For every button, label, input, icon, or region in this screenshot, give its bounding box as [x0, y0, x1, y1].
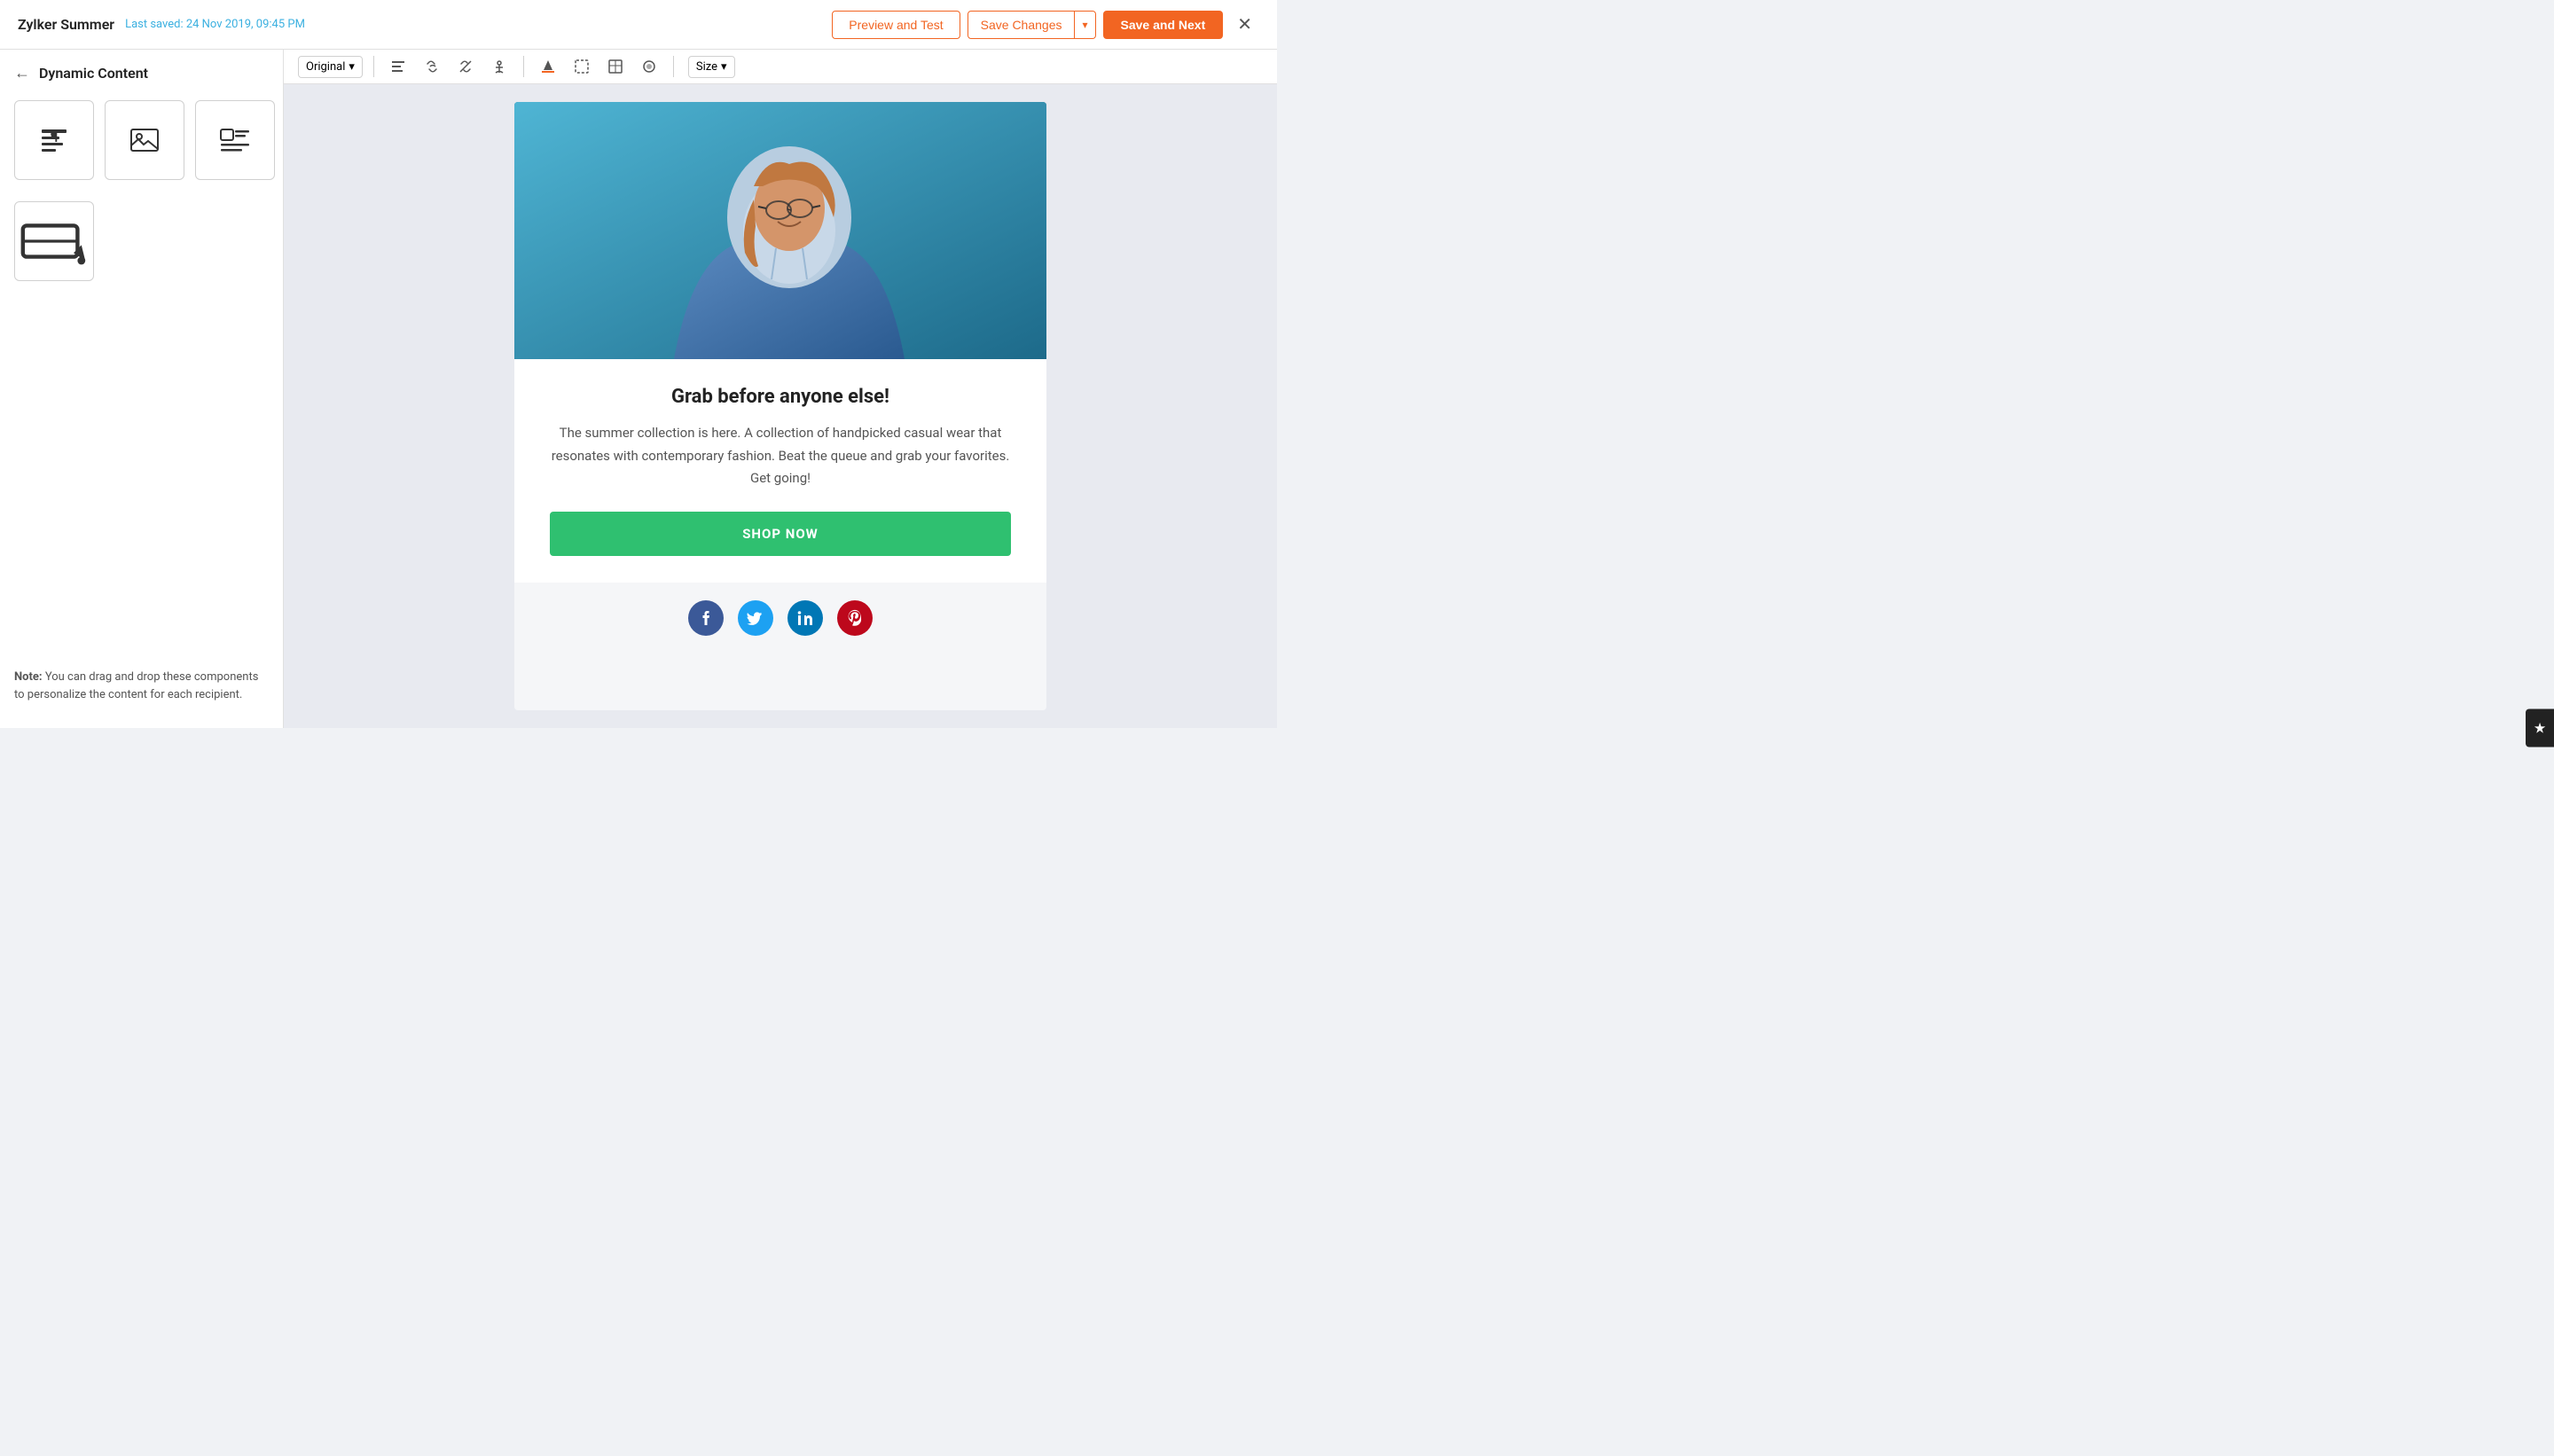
- image-icon: [127, 122, 162, 158]
- svg-text:¶: ¶: [51, 128, 59, 146]
- align-icon: [390, 59, 406, 74]
- image-component[interactable]: [105, 100, 184, 180]
- size-chevron-icon: ▾: [721, 60, 727, 74]
- sidebar-title: Dynamic Content: [39, 65, 148, 82]
- background-button[interactable]: [535, 55, 561, 78]
- effects-button[interactable]: [636, 55, 662, 78]
- effects-icon: [641, 59, 657, 74]
- save-next-button[interactable]: Save and Next: [1103, 11, 1224, 39]
- note-label: Note:: [14, 670, 43, 684]
- anchor-icon: [491, 59, 507, 74]
- text-icon: ¶: [36, 122, 72, 158]
- second-row-components: [14, 191, 269, 281]
- facebook-svg: [697, 609, 715, 627]
- star-button[interactable]: ★: [2526, 709, 2554, 748]
- close-button[interactable]: ✕: [1230, 10, 1259, 39]
- image-text-icon: [217, 122, 253, 158]
- sidebar-back-button[interactable]: ←: [14, 64, 30, 82]
- text-component[interactable]: ¶: [14, 100, 94, 180]
- toolbar-divider-2: [523, 56, 524, 77]
- last-saved-text: Last saved: 24 Nov 2019, 09:45 PM: [125, 18, 305, 31]
- unlink-icon: [458, 59, 474, 74]
- header: Zylker Summer Last saved: 24 Nov 2019, 0…: [0, 0, 1277, 50]
- toolbar: Original ▾: [284, 50, 1277, 84]
- content-area: Original ▾: [284, 50, 1277, 728]
- anchor-button[interactable]: [486, 55, 513, 78]
- shop-now-button[interactable]: SHOP NOW: [550, 512, 1011, 556]
- size-dropdown[interactable]: Size ▾: [688, 56, 735, 78]
- linkedin-icon[interactable]: [787, 600, 823, 636]
- select-button[interactable]: [568, 55, 595, 78]
- twitter-svg: [747, 609, 764, 627]
- table-button[interactable]: [602, 55, 629, 78]
- linkedin-svg: [796, 609, 814, 627]
- sidebar: ← Dynamic Content ¶: [0, 50, 284, 728]
- link-button[interactable]: [419, 55, 445, 78]
- toolbar-divider-1: [373, 56, 374, 77]
- save-changes-button[interactable]: Save Changes: [968, 11, 1076, 39]
- hero-svg: [514, 102, 1046, 359]
- twitter-icon[interactable]: [738, 600, 773, 636]
- save-changes-dropdown-button[interactable]: ▾: [1075, 11, 1095, 39]
- original-dropdown[interactable]: Original ▾: [298, 56, 363, 78]
- unlink-button[interactable]: [452, 55, 479, 78]
- facebook-icon[interactable]: [688, 600, 724, 636]
- email-headline: Grab before anyone else!: [550, 386, 1011, 408]
- toolbar-divider-3: [673, 56, 674, 77]
- canvas-area: Grab before anyone else! The summer coll…: [284, 84, 1277, 728]
- components-grid: ¶: [14, 100, 269, 180]
- interactive-component[interactable]: [14, 201, 94, 281]
- preview-test-button[interactable]: Preview and Test: [832, 11, 960, 39]
- sidebar-header: ← Dynamic Content: [14, 64, 269, 82]
- header-actions: Preview and Test Save Changes ▾ Save and…: [832, 10, 1259, 39]
- align-button[interactable]: [385, 55, 411, 78]
- sidebar-note: Note: You can drag and drop these compon…: [14, 658, 269, 714]
- pinterest-svg: [846, 609, 864, 627]
- link-icon: [424, 59, 440, 74]
- select-icon: [574, 59, 590, 74]
- dropdown-chevron-icon: ▾: [349, 60, 355, 74]
- main-layout: ← Dynamic Content ¶: [0, 50, 1277, 728]
- image-text-component[interactable]: [195, 100, 275, 180]
- email-preview: Grab before anyone else! The summer coll…: [514, 102, 1046, 710]
- background-icon: [540, 59, 556, 74]
- note-text: You can drag and drop these components t…: [14, 670, 258, 701]
- original-label: Original: [306, 60, 345, 74]
- email-body: Grab before anyone else! The summer coll…: [514, 359, 1046, 583]
- campaign-title: Zylker Summer: [18, 16, 114, 33]
- email-body-text: The summer collection is here. A collect…: [550, 422, 1011, 490]
- hero-image: [514, 102, 1046, 359]
- interactive-icon: [15, 202, 93, 280]
- table-icon: [607, 59, 623, 74]
- pinterest-icon[interactable]: [837, 600, 873, 636]
- size-label: Size: [696, 60, 717, 74]
- save-changes-group: Save Changes ▾: [968, 11, 1096, 39]
- header-left: Zylker Summer Last saved: 24 Nov 2019, 0…: [18, 16, 305, 33]
- social-row: [514, 583, 1046, 654]
